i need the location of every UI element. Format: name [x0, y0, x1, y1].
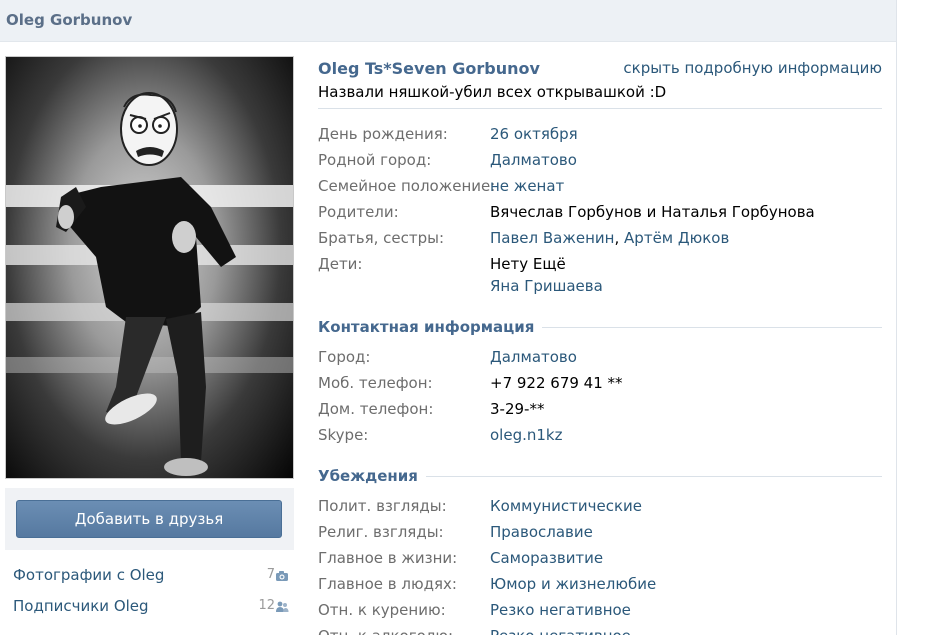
mobile-row: Моб. телефон: +7 922 679 41 **	[318, 374, 882, 396]
political-label: Полит. взгляды:	[318, 497, 447, 515]
beliefs-section-title: Убеждения	[318, 467, 426, 485]
parents-label: Родители:	[318, 203, 399, 221]
photo-illustration	[6, 92, 293, 476]
religious-value[interactable]: Православие	[490, 523, 593, 541]
life-main-value[interactable]: Саморазвитие	[490, 549, 603, 567]
followers-link[interactable]: Подписчики Oleg 12	[13, 597, 289, 621]
users-icon	[276, 601, 289, 612]
camera-icon	[276, 571, 288, 581]
relationship-row: Семейное положение: не женат	[318, 177, 882, 199]
relationship-value[interactable]: не женат	[490, 177, 564, 195]
people-main-label: Главное в людях:	[318, 575, 457, 593]
profile-full-name: Oleg Ts*Seven Gorbunov	[318, 59, 540, 78]
hometown-label: Родной город:	[318, 151, 432, 169]
sibling-separator: ,	[614, 229, 620, 247]
religious-row: Религ. взгляды: Православие	[318, 523, 882, 545]
children-label: Дети:	[318, 255, 363, 273]
relationship-label: Семейное положение:	[318, 177, 496, 195]
sibling-link-2[interactable]: Артём Дюков	[624, 229, 729, 247]
political-value[interactable]: Коммунистические	[490, 497, 642, 515]
alcohol-label: Отн. к алкоголю:	[318, 627, 453, 635]
followers-label[interactable]: Подписчики Oleg	[13, 597, 149, 615]
photos-with-label[interactable]: Фотографии с Oleg	[13, 566, 164, 584]
skype-value[interactable]: oleg.n1kz	[490, 426, 562, 444]
parents-value: Вячеслав Горбунов и Наталья Горбунова	[490, 203, 815, 221]
children-row: Дети: Нету Ещё	[318, 255, 882, 277]
city-row: Город: Далматово	[318, 348, 882, 370]
profile-page: Oleg Gorbunov Добавить в друзья Фотограф…	[0, 0, 896, 635]
life-main-label: Главное в жизни:	[318, 549, 458, 567]
add-friend-button[interactable]: Добавить в друзья	[16, 500, 282, 538]
home-phone-value: 3-29-**	[490, 400, 545, 418]
siblings-label: Братья, сестры:	[318, 229, 445, 247]
home-phone-label: Дом. телефон:	[318, 400, 434, 418]
add-friend-box: Добавить в друзья	[5, 488, 294, 550]
birthday-row: День рождения: 26 октября	[318, 125, 882, 147]
followers-count: 12	[258, 598, 275, 613]
city-value[interactable]: Далматово	[490, 348, 577, 366]
religious-label: Религ. взгляды:	[318, 523, 444, 541]
header-name[interactable]: Oleg Gorbunov	[6, 11, 132, 29]
people-main-row: Главное в людях: Юмор и жизнелюбие	[318, 575, 882, 597]
page-right-border	[896, 0, 897, 635]
hide-details-link[interactable]: скрыть подробную информацию	[623, 59, 882, 77]
smoking-label: Отн. к курению:	[318, 601, 446, 619]
skype-label: Skype:	[318, 426, 369, 444]
alcohol-value[interactable]: Резко негативное	[490, 627, 631, 635]
photos-with-count: 7	[266, 567, 275, 582]
page-header: Oleg Gorbunov	[0, 0, 896, 42]
children-value-1: Нету Ещё	[490, 255, 566, 273]
alcohol-row: Отн. к алкоголю: Резко негативное	[318, 627, 882, 635]
life-main-row: Главное в жизни: Саморазвитие	[318, 549, 882, 571]
hometown-value[interactable]: Далматово	[490, 151, 577, 169]
skype-row: Skype: oleg.n1kz	[318, 426, 882, 448]
birthday-label: День рождения:	[318, 125, 448, 143]
mobile-value: +7 922 679 41 **	[490, 374, 623, 392]
siblings-values: Павел Важенин, Артём Дюков	[490, 229, 729, 247]
photos-with-link[interactable]: Фотографии с Oleg 7	[13, 566, 289, 590]
profile-photo[interactable]	[5, 56, 294, 479]
children-row-2: Яна Гришаева	[318, 277, 882, 299]
home-phone-row: Дом. телефон: 3-29-**	[318, 400, 882, 422]
hometown-row: Родной город: Далматово	[318, 151, 882, 173]
status-divider	[318, 108, 882, 109]
birthday-value[interactable]: 26 октября	[490, 125, 578, 143]
smoking-row: Отн. к курению: Резко негативное	[318, 601, 882, 623]
people-main-value[interactable]: Юмор и жизнелюбие	[490, 575, 656, 593]
smoking-value[interactable]: Резко негативное	[490, 601, 631, 619]
profile-status[interactable]: Назвали няшкой-убил всех открывашкой :D	[318, 83, 666, 101]
sibling-link-1[interactable]: Павел Важенин	[490, 229, 614, 247]
mobile-label: Моб. телефон:	[318, 374, 433, 392]
parents-row: Родители: Вячеслав Горбунов и Наталья Го…	[318, 203, 882, 225]
political-row: Полит. взгляды: Коммунистические	[318, 497, 882, 519]
contacts-section-title: Контактная информация	[318, 318, 543, 336]
children-value-2[interactable]: Яна Гришаева	[490, 277, 603, 295]
city-label: Город:	[318, 348, 371, 366]
siblings-row: Братья, сестры: Павел Важенин, Артём Дюк…	[318, 229, 882, 251]
